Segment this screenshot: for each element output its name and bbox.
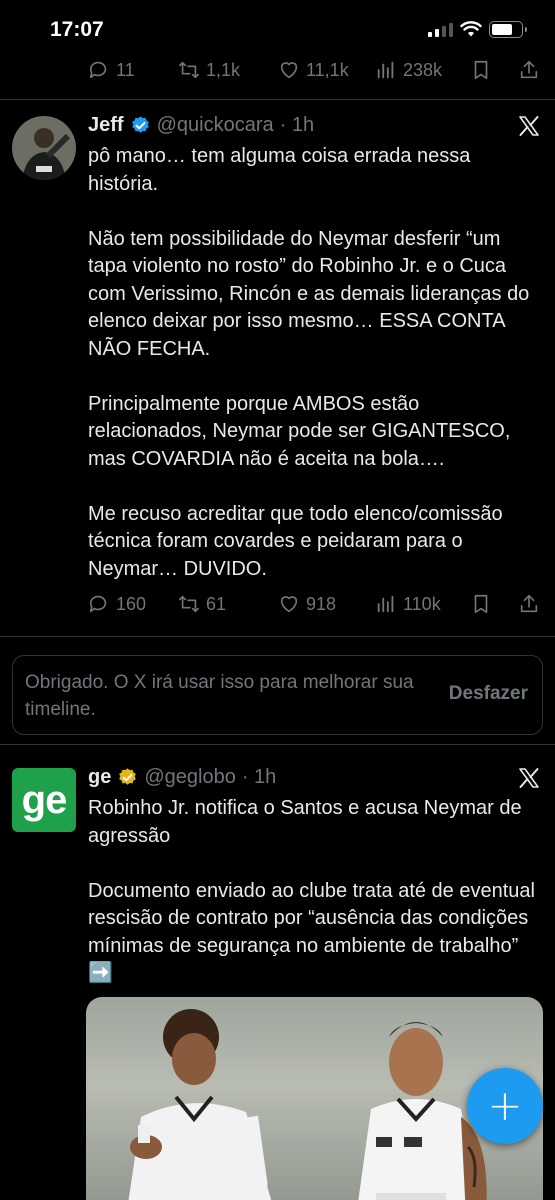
heart-icon: [280, 596, 298, 613]
tweet-header: Jeff @quickocara · 1h: [88, 114, 314, 137]
reply-button[interactable]: 11: [88, 59, 135, 81]
share-button[interactable]: [518, 593, 540, 615]
divider: [0, 99, 555, 100]
author-name[interactable]: Jeff: [88, 114, 124, 137]
reply-icon: [89, 595, 107, 613]
like-count: 11,1k: [306, 59, 349, 80]
divider: [0, 636, 555, 637]
status-time: 17:07: [50, 18, 104, 41]
reply-button[interactable]: 160: [88, 593, 146, 615]
tweet-time: · 1h: [279, 114, 315, 136]
bookmark-icon: [474, 60, 488, 80]
share-icon: [520, 60, 538, 79]
bookmark-icon: [474, 594, 488, 614]
tweet-body: Robinho Jr. notifica o Santos e acusa Ne…: [88, 797, 535, 984]
avatar-jeff[interactable]: [12, 116, 76, 180]
reply-count: 160: [116, 593, 147, 614]
views-chart-icon: [377, 61, 394, 79]
views-chart-icon: [377, 595, 394, 613]
views-count: 110k: [403, 593, 441, 614]
divider: [0, 744, 555, 745]
previous-tweet-actions: 11 1,1k 11,1k 238k: [88, 58, 543, 82]
avatar-image: [12, 116, 76, 180]
repost-button[interactable]: 61: [178, 593, 226, 615]
repost-button[interactable]: 1,1k: [178, 59, 240, 81]
status-bar: 17:07: [0, 0, 555, 58]
author-name[interactable]: ge: [88, 766, 111, 789]
like-count: 918: [306, 593, 337, 614]
views-count: 238k: [403, 59, 443, 80]
tweet-actions: 160 61 918 110k: [88, 592, 543, 616]
share-button[interactable]: [518, 59, 540, 81]
x-logo-icon: [519, 768, 539, 788]
verified-badge-icon: [131, 116, 149, 133]
tweet-time: · 1h: [241, 766, 277, 788]
compose-post-button[interactable]: +: [467, 1068, 543, 1144]
share-icon: [520, 594, 538, 613]
repost-icon: [179, 61, 199, 79]
like-button[interactable]: 11,1k: [278, 59, 349, 81]
avatar-ge-logo[interactable]: ge: [12, 768, 76, 832]
bookmark-button[interactable]: [470, 59, 492, 81]
repost-count: 1,1k: [206, 59, 241, 80]
author-handle[interactable]: @geglobo: [144, 766, 235, 789]
like-button[interactable]: 918: [278, 593, 336, 615]
tweet-body: pô mano… tem alguma coisa errada nessa h…: [88, 145, 530, 580]
repost-icon: [179, 595, 199, 613]
undo-button[interactable]: Desfazer: [449, 683, 528, 705]
reply-count: 11: [116, 59, 135, 80]
verified-gold-badge-icon: [119, 768, 137, 785]
battery-icon: [489, 21, 527, 38]
repost-count: 61: [206, 593, 227, 614]
views-button[interactable]: 238k: [375, 59, 442, 81]
heart-icon: [280, 62, 298, 79]
feedback-text: Obrigado. O X irá usar isso para melhora…: [25, 672, 414, 720]
views-button[interactable]: 110k: [375, 593, 441, 615]
wifi-icon: [460, 21, 482, 37]
bookmark-button[interactable]: [470, 593, 492, 615]
feedback-notice: Obrigado. O X irá usar isso para melhora…: [12, 655, 543, 735]
x-logo-icon: [519, 116, 539, 136]
reply-icon: [89, 61, 107, 79]
tweet-header: ge @geglobo · 1h: [88, 766, 276, 789]
author-handle[interactable]: @quickocara: [157, 114, 274, 137]
cellular-signal-icon: [428, 23, 453, 37]
